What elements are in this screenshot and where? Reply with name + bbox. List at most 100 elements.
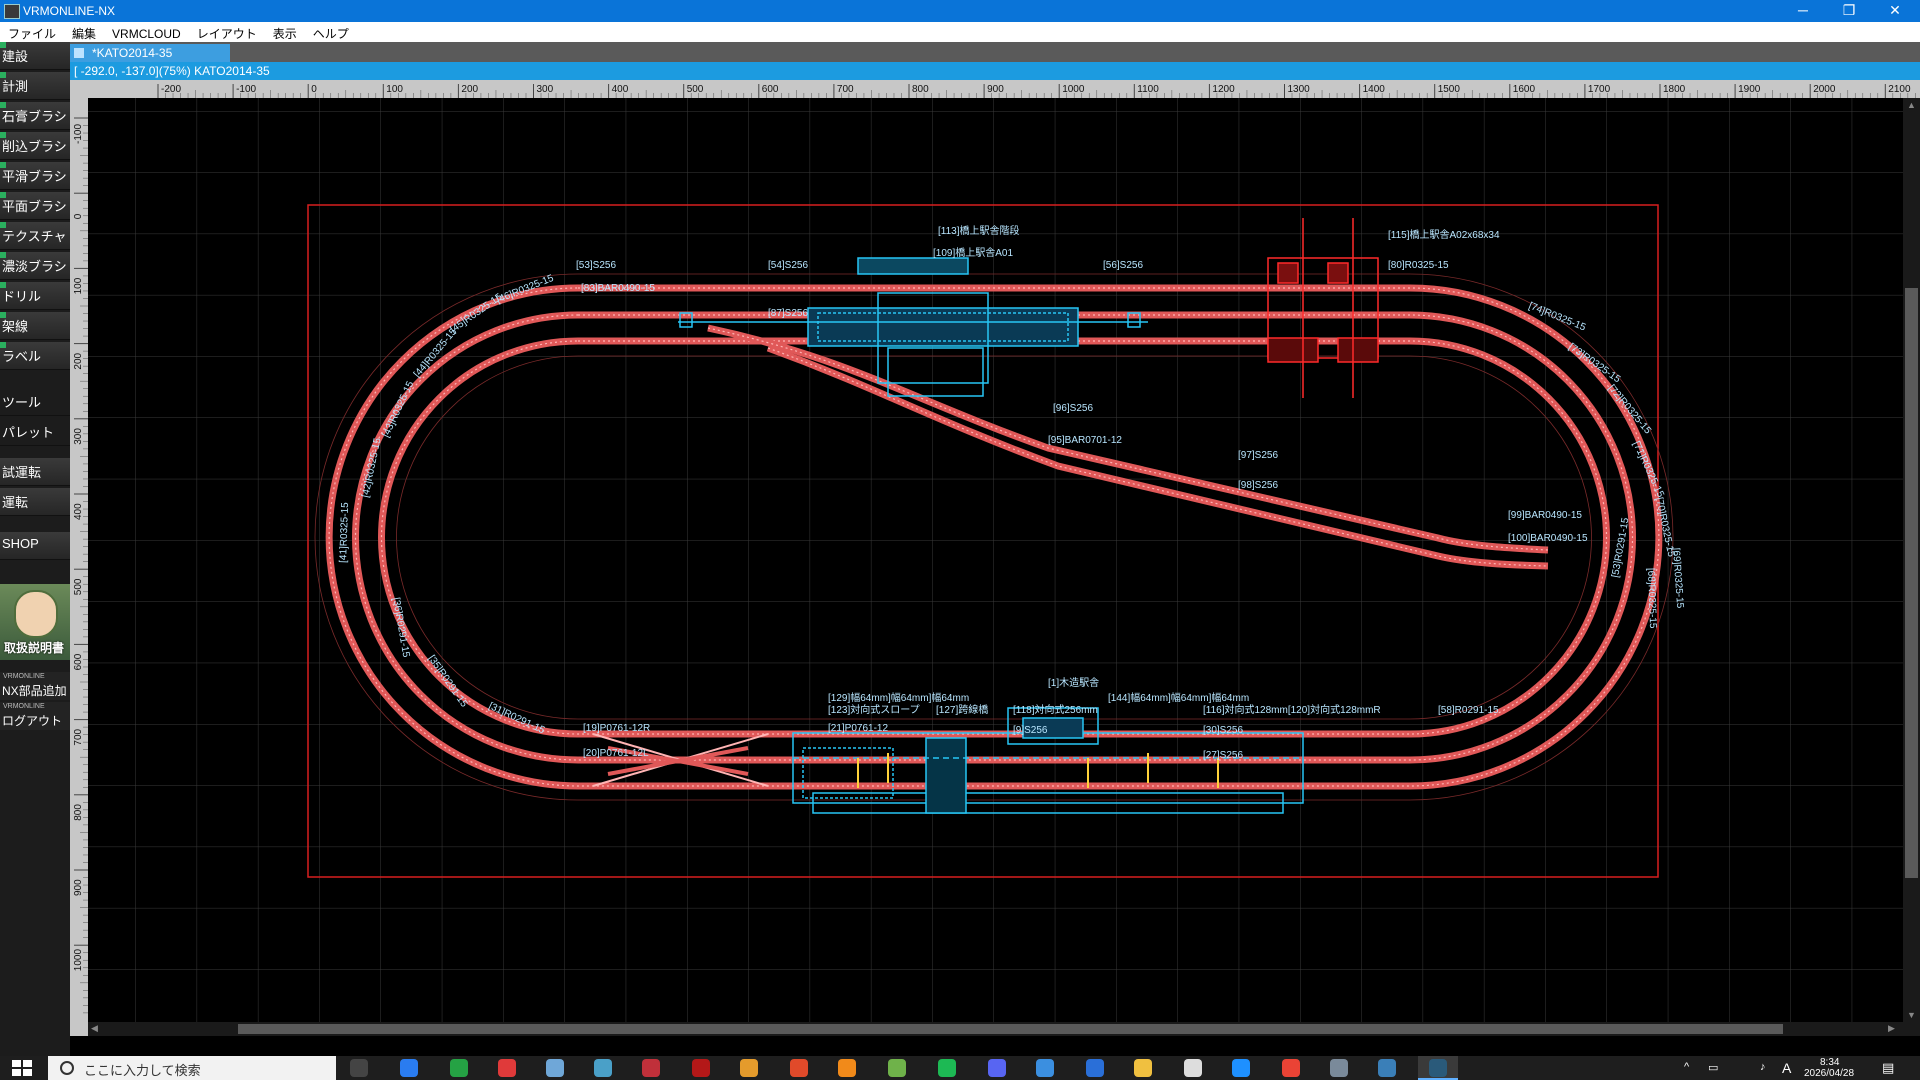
active-dot-icon [0, 42, 6, 48]
windows-logo-icon [12, 1060, 21, 1067]
layout-drawing[interactable]: [113]橋上駅舎階段 [109]橋上駅舎A01 [53]S256 [54]S2… [88, 98, 1903, 1022]
spotify-icon[interactable] [938, 1059, 956, 1077]
ruler-tick-label: -100 [236, 84, 256, 95]
scroll-up-icon[interactable]: ▲ [1907, 100, 1916, 110]
tab-layout[interactable]: *KATO2014-35 [70, 44, 230, 62]
horizontal-scroll-thumb[interactable] [238, 1024, 1783, 1034]
logout-button[interactable]: VRMONLINE ログアウト [0, 702, 70, 730]
start-button[interactable] [12, 1060, 32, 1076]
paint-app-icon[interactable] [594, 1059, 612, 1077]
notification-icon[interactable]: ▤ [1882, 1060, 1894, 1076]
discord-icon[interactable] [988, 1059, 1006, 1077]
ruler-tick-label: 100 [73, 277, 84, 294]
menu-view[interactable]: 表示 [273, 22, 297, 42]
clock-time[interactable]: 8:34 [1820, 1057, 1839, 1068]
swan-app-icon[interactable] [790, 1059, 808, 1077]
sidebar-item-run[interactable]: 運転 [0, 488, 70, 516]
sidebar-item-label: 平面ブラシ [2, 199, 67, 214]
add-parts-button[interactable]: VRMONLINE NX部品追加 [0, 672, 70, 700]
media-app-icon[interactable] [498, 1059, 516, 1077]
sidebar-item-build[interactable]: 建設 [0, 42, 70, 70]
label-r68: [68]R0325-15 [1645, 568, 1658, 629]
clock-date[interactable]: 2026/04/28 [1804, 1068, 1854, 1079]
phone-app-icon[interactable] [450, 1059, 468, 1077]
layout-canvas[interactable]: [113]橋上駅舎階段 [109]橋上駅舎A01 [53]S256 [54]S2… [88, 98, 1903, 1022]
sidebar-item-catenary[interactable]: 架線 [0, 312, 70, 340]
vrmonline-icon [1429, 1059, 1447, 1077]
minimize-button[interactable]: ─ [1780, 0, 1826, 22]
browser-app-icon[interactable] [1086, 1059, 1104, 1077]
menu-edit[interactable]: 編集 [72, 22, 96, 42]
sidebar-item-label: ラベル [2, 349, 42, 364]
label-s54: [54]S256 [768, 260, 808, 271]
sidebar-item-drill[interactable]: ドリル [0, 282, 70, 310]
copilot-icon[interactable] [400, 1059, 418, 1077]
sidebar-item-measure[interactable]: 計測 [0, 72, 70, 100]
network-icon[interactable]: ▭ [1708, 1061, 1718, 1074]
file-explorer-icon[interactable] [1134, 1059, 1152, 1077]
cad-app-icon[interactable] [642, 1059, 660, 1077]
vertical-ruler-ticks: -100 0 100 200 300 400 500 600 700 800 900 1000 [73, 117, 88, 1014]
ruler-tick-label: 1700 [1588, 84, 1611, 95]
ruler-tick-label: 2100 [1888, 84, 1911, 95]
sidebar-item-label: 石膏ブラシ [2, 109, 67, 124]
ruler-tick-label: 100 [386, 84, 403, 95]
windows-taskbar: ここに入力して検索 ^ ▭ ♪ A 8:34 2026/04/28 ▤ [0, 1056, 1920, 1080]
edge-icon[interactable] [1232, 1059, 1250, 1077]
sidebar-item-shop[interactable]: SHOP [0, 532, 70, 560]
sidebar-item-palette[interactable]: パレット [0, 418, 70, 446]
sidebar-item-test-run[interactable]: 試運転 [0, 458, 70, 486]
app-grid-icon[interactable] [1036, 1059, 1054, 1077]
scroll-down-icon[interactable]: ▼ [1907, 1010, 1916, 1020]
video-app-icon[interactable] [740, 1059, 758, 1077]
blender-icon[interactable] [838, 1059, 856, 1077]
ime-indicator[interactable]: A [1782, 1060, 1791, 1076]
label-slope3: [127]跨線橋 [936, 703, 988, 716]
sidebar-item-shade-brush[interactable]: 濃淡ブラシ [0, 252, 70, 280]
sidebar-item-flat-brush[interactable]: 平面ブラシ [0, 192, 70, 220]
add-parts-label: NX部品追加 [2, 684, 67, 698]
label-s53: [53]S256 [576, 260, 616, 271]
vertical-scroll-thumb[interactable] [1905, 288, 1918, 878]
sidebar-item-texture[interactable]: テクスチャ [0, 222, 70, 250]
ruler-tick-label: -100 [73, 124, 84, 144]
close-button[interactable]: ✕ [1872, 0, 1918, 22]
menu-help[interactable]: ヘルプ [313, 22, 349, 42]
menu-layout[interactable]: レイアウト [197, 22, 257, 42]
ruler-tick-label: 1000 [73, 949, 84, 972]
horizontal-scrollbar[interactable]: ◀ ▶ [88, 1022, 1903, 1036]
sidebar-item-tools[interactable]: ツール [0, 388, 70, 416]
vrmonline-taskbar-button[interactable] [1418, 1056, 1458, 1080]
scroll-left-icon[interactable]: ◀ [91, 1023, 98, 1034]
chrome-icon[interactable] [1282, 1059, 1300, 1077]
minecraft-icon[interactable] [888, 1059, 906, 1077]
vertical-scrollbar[interactable]: ▲ ▼ [1903, 98, 1920, 1036]
remote-app-icon[interactable] [1378, 1059, 1396, 1077]
camera-icon[interactable] [1330, 1059, 1348, 1077]
scroll-right-icon[interactable]: ▶ [1888, 1023, 1895, 1034]
task-view-icon[interactable] [350, 1059, 368, 1077]
manual-button[interactable]: 取扱説明書 [0, 584, 70, 660]
vpn-app-icon[interactable] [546, 1059, 564, 1077]
ruler-tick-label: 0 [311, 84, 317, 95]
sidebar-item-label-tool[interactable]: ラベル [0, 342, 70, 370]
label-slope1: [129]幅64mm]幅64mm]幅64mm [828, 691, 969, 704]
volume-icon[interactable]: ♪ [1760, 1061, 1766, 1073]
menu-file[interactable]: ファイル [8, 22, 56, 42]
label-s56: [56]S256 [1103, 260, 1143, 271]
app-icon [4, 4, 20, 19]
cursor-coordinates: [ -292.0, -137.0](75%) KATO2014-35 [74, 64, 270, 78]
horizontal-ruler: -200 -100 0 100 200 300 400 500 600 700 800 900 1000… [70, 80, 1920, 98]
solidworks-icon[interactable] [692, 1059, 710, 1077]
ruler-tick-label: 1200 [1212, 84, 1235, 95]
menu-vrmcloud[interactable]: VRMCLOUD [112, 24, 181, 41]
tray-chevron-icon[interactable]: ^ [1684, 1061, 1689, 1073]
sidebar-item-carve-brush[interactable]: 削込ブラシ [0, 132, 70, 160]
restore-button[interactable]: ❐ [1826, 0, 1872, 22]
sidebar-item-smooth-brush[interactable]: 平滑ブラシ [0, 162, 70, 190]
label-s98: [98]S256 [1238, 480, 1278, 491]
taskbar-search[interactable]: ここに入力して検索 [48, 1056, 336, 1080]
label-s27: [27]S256 [1203, 750, 1243, 761]
solitaire-icon[interactable] [1184, 1059, 1202, 1077]
sidebar-item-plaster-brush[interactable]: 石膏ブラシ [0, 102, 70, 130]
